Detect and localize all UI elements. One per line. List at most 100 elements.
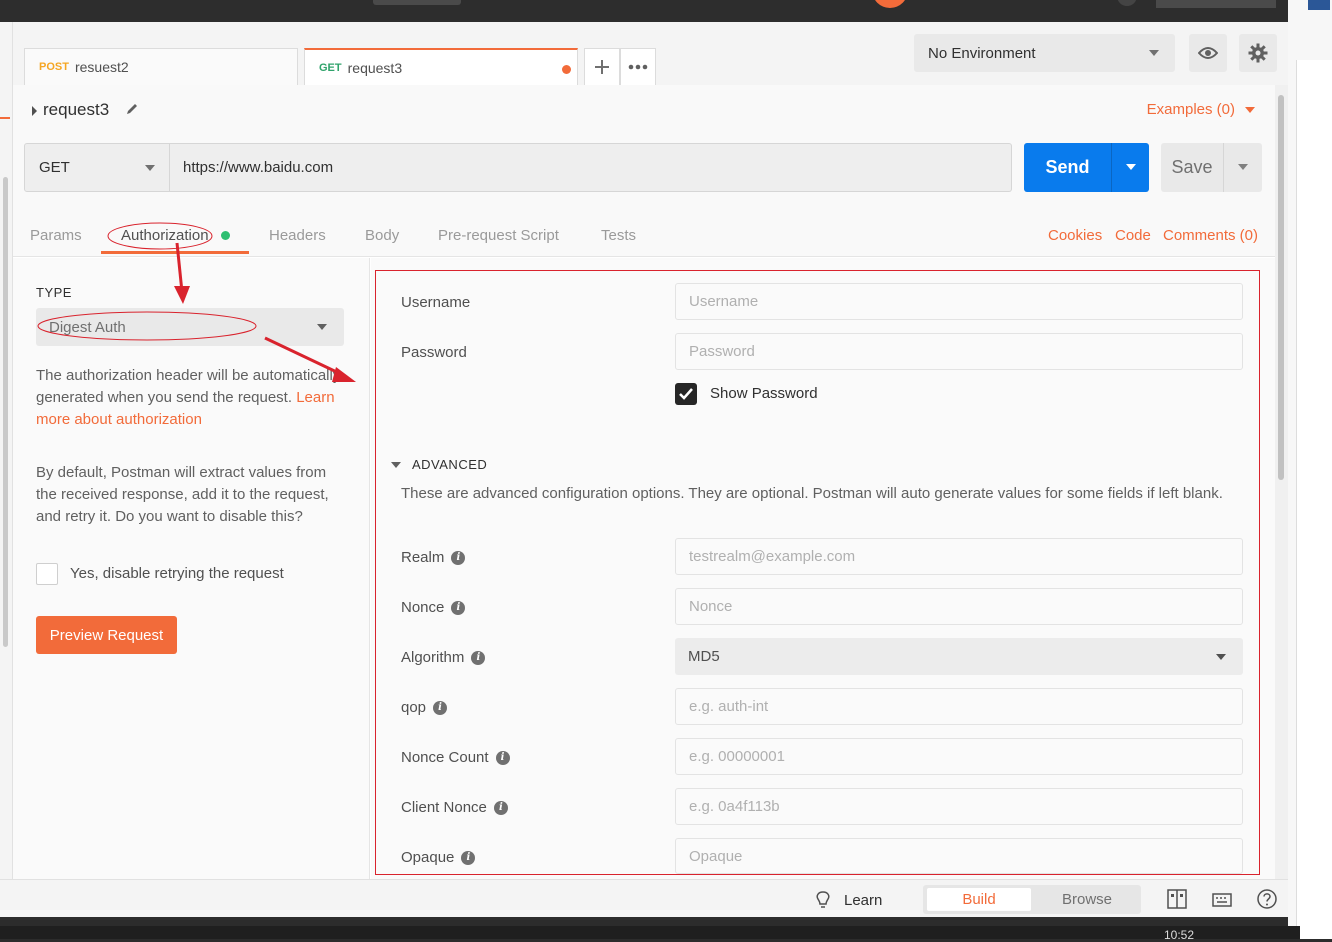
algorithm-select[interactable]: MD5 [675,638,1243,675]
nonce-count-label-text: Nonce Count [401,749,489,766]
sidebar-collapsed-edge [0,22,13,879]
gear-icon [1248,43,1268,63]
checkmark-icon [679,388,693,400]
info-icon[interactable]: i [493,800,508,815]
desktop-app-icon[interactable] [1308,0,1330,10]
qop-input[interactable]: e.g. auth-int [675,688,1243,725]
request-tabs-bar: POST resuest2 GET request3 [13,22,898,85]
nonce-placeholder: Nonce [689,598,733,615]
chevron-down-icon [1216,654,1226,660]
method-value: GET [39,159,70,176]
advanced-section-toggle[interactable]: ADVANCED [412,457,487,472]
sync-status-icon [1117,0,1137,6]
tab-headers[interactable]: Headers [269,227,326,244]
save-options-button[interactable] [1223,143,1262,192]
tab-title: request3 [347,59,403,76]
tab-authorization[interactable]: Authorization [121,227,209,244]
auth-configured-dot [221,231,230,240]
info-icon[interactable]: i [471,650,486,665]
username-label: Username [401,294,471,311]
show-password-checkbox[interactable] [675,383,697,405]
main-scrollbar[interactable] [1275,85,1288,879]
request-subtabs: Params Authorization Headers Body Pre-re… [13,207,1275,257]
browse-mode-button[interactable]: Browse [1035,888,1139,911]
tab-tests[interactable]: Tests [601,227,636,244]
build-mode-button[interactable]: Build [927,888,1031,911]
info-icon[interactable]: i [451,600,466,615]
os-top-bar [0,0,1332,22]
keyboard-shortcuts-icon[interactable] [1211,888,1233,910]
sidebar-scrollbar[interactable] [3,177,8,647]
two-pane-view-icon[interactable] [1166,888,1188,910]
nonce-count-input[interactable]: e.g. 00000001 [675,738,1243,775]
tab-method-badge: POST [39,61,69,73]
algorithm-label: Algorithm i [401,649,486,666]
opaque-input[interactable]: Opaque [675,838,1243,874]
realm-input[interactable]: testrealm@example.com [675,538,1243,575]
nonce-input[interactable]: Nonce [675,588,1243,625]
tab-pre-request-script[interactable]: Pre-request Script [438,227,559,244]
learn-label: Learn [844,891,883,909]
opaque-label-text: Opaque [401,849,455,866]
info-icon[interactable]: i [461,850,476,865]
client-nonce-label-text: Client Nonce [401,799,487,816]
chevron-down-icon [1149,50,1159,56]
send-options-button[interactable] [1111,143,1149,192]
request-tab-resuest2[interactable]: POST resuest2 [24,48,298,85]
top-bar-control-fragment [1156,0,1276,8]
client-nonce-label: Client Nonce i [401,799,508,816]
scrollbar-thumb[interactable] [1278,95,1284,480]
examples-dropdown[interactable]: Examples (0) [1147,101,1235,118]
chevron-down-icon [145,165,155,171]
auth-description: The authorization header will be automat… [36,365,348,431]
environment-select[interactable]: No Environment [914,34,1175,72]
info-icon[interactable]: i [495,750,510,765]
cookies-link[interactable]: Cookies [1048,227,1102,244]
pencil-icon[interactable] [125,102,139,116]
caret-right-icon[interactable] [32,106,37,116]
url-input[interactable]: https://www.baidu.com [170,143,1012,192]
password-label: Password [401,344,467,361]
request-tab-request3[interactable]: GET request3 [304,48,578,85]
request-header: request3 Examples (0) [13,85,1275,133]
eye-icon [1198,47,1218,59]
code-link[interactable]: Code [1115,227,1151,244]
info-icon[interactable]: i [433,700,448,715]
user-avatar-icon[interactable] [872,0,908,8]
url-bar: GET https://www.baidu.com Send Save [13,133,1275,207]
username-input[interactable]: Username [675,283,1243,320]
tab-body[interactable]: Body [365,227,399,244]
disable-retry-checkbox[interactable] [36,563,58,585]
send-button[interactable]: Send [1024,143,1111,192]
environment-quick-look-button[interactable] [1189,34,1227,72]
info-icon[interactable]: i [451,550,466,565]
manage-environments-button[interactable] [1239,34,1277,72]
plus-icon [595,60,609,74]
tab-params[interactable]: Params [30,227,82,244]
algorithm-label-text: Algorithm [401,649,465,666]
new-tab-button[interactable] [584,48,620,85]
password-input[interactable]: Password [675,333,1243,370]
nonce-count-placeholder: e.g. 00000001 [689,748,785,765]
realm-label: Realm i [401,549,466,566]
method-select[interactable]: GET [24,143,170,192]
caret-down-icon[interactable] [391,462,401,468]
save-button[interactable]: Save [1161,143,1223,192]
request-name[interactable]: request3 [43,100,109,120]
help-icon[interactable] [1256,888,1278,910]
learn-button[interactable]: Learn [814,890,882,910]
client-nonce-placeholder: e.g. 0a4f113b [689,798,780,815]
client-nonce-input[interactable]: e.g. 0a4f113b [675,788,1243,825]
disable-retry-label[interactable]: Yes, disable retrying the request [70,565,284,582]
preview-request-button[interactable]: Preview Request [36,616,177,654]
chevron-down-icon[interactable] [1245,107,1255,113]
sidebar-active-marker [0,117,10,119]
comments-link[interactable]: Comments (0) [1163,227,1258,244]
show-password-label[interactable]: Show Password [710,385,818,402]
realm-label-text: Realm [401,549,445,566]
qop-label-text: qop [401,699,427,716]
auth-type-select[interactable]: Digest Auth [36,308,344,346]
auth-type-panel: TYPE Digest Auth The authorization heade… [13,258,370,879]
tab-options-button[interactable] [620,48,656,85]
algorithm-value: MD5 [688,648,720,665]
